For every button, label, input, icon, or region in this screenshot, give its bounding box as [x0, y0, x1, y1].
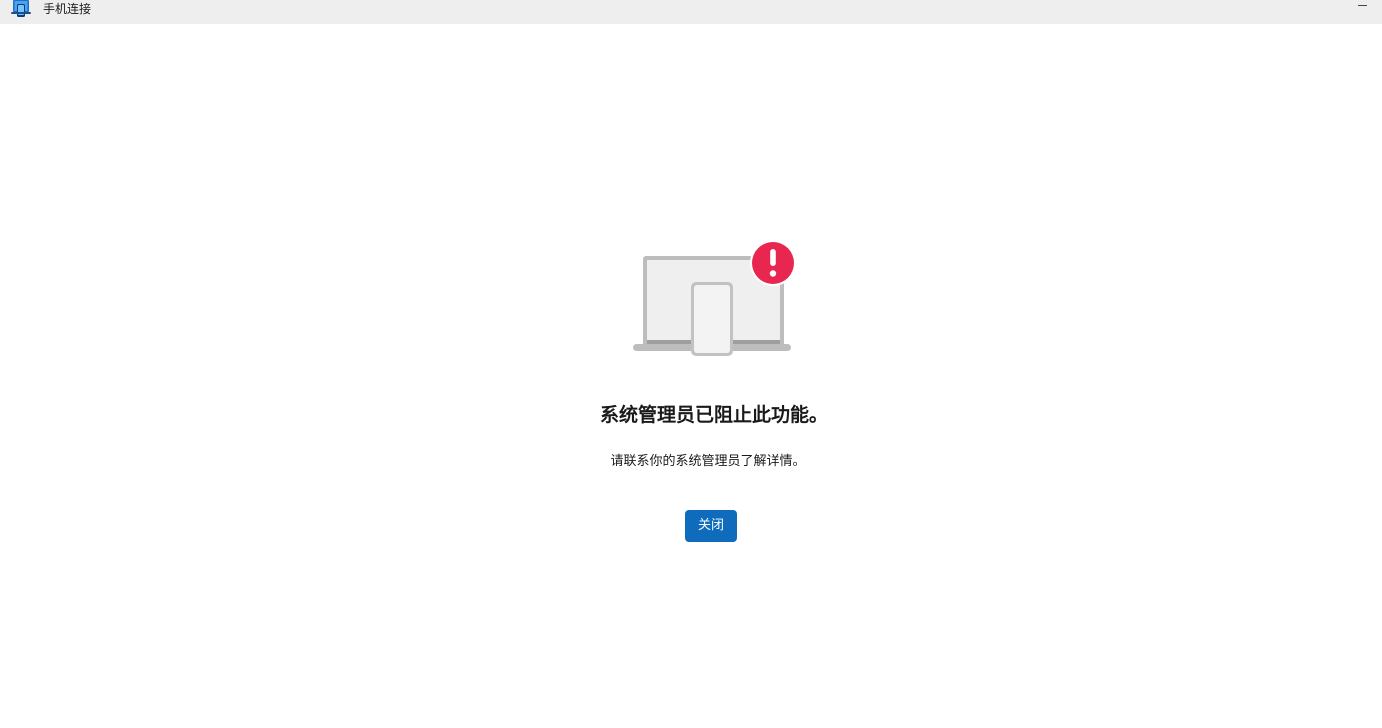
close-button[interactable]: 关闭	[685, 510, 737, 542]
minimize-icon	[1358, 5, 1367, 6]
laptop-phone-error-illustration	[628, 236, 800, 360]
contact-admin-message: 请联系你的系统管理员了解详情。	[610, 454, 806, 469]
blocked-headline: 系统管理员已阻止此功能。	[599, 404, 828, 426]
minimize-button[interactable]	[1352, 0, 1374, 14]
title-bar: 手机连接	[0, 0, 1382, 24]
exclamation-icon	[750, 240, 796, 286]
phone-link-app-icon	[11, 0, 31, 18]
window-title: 手机连接	[43, 2, 92, 16]
